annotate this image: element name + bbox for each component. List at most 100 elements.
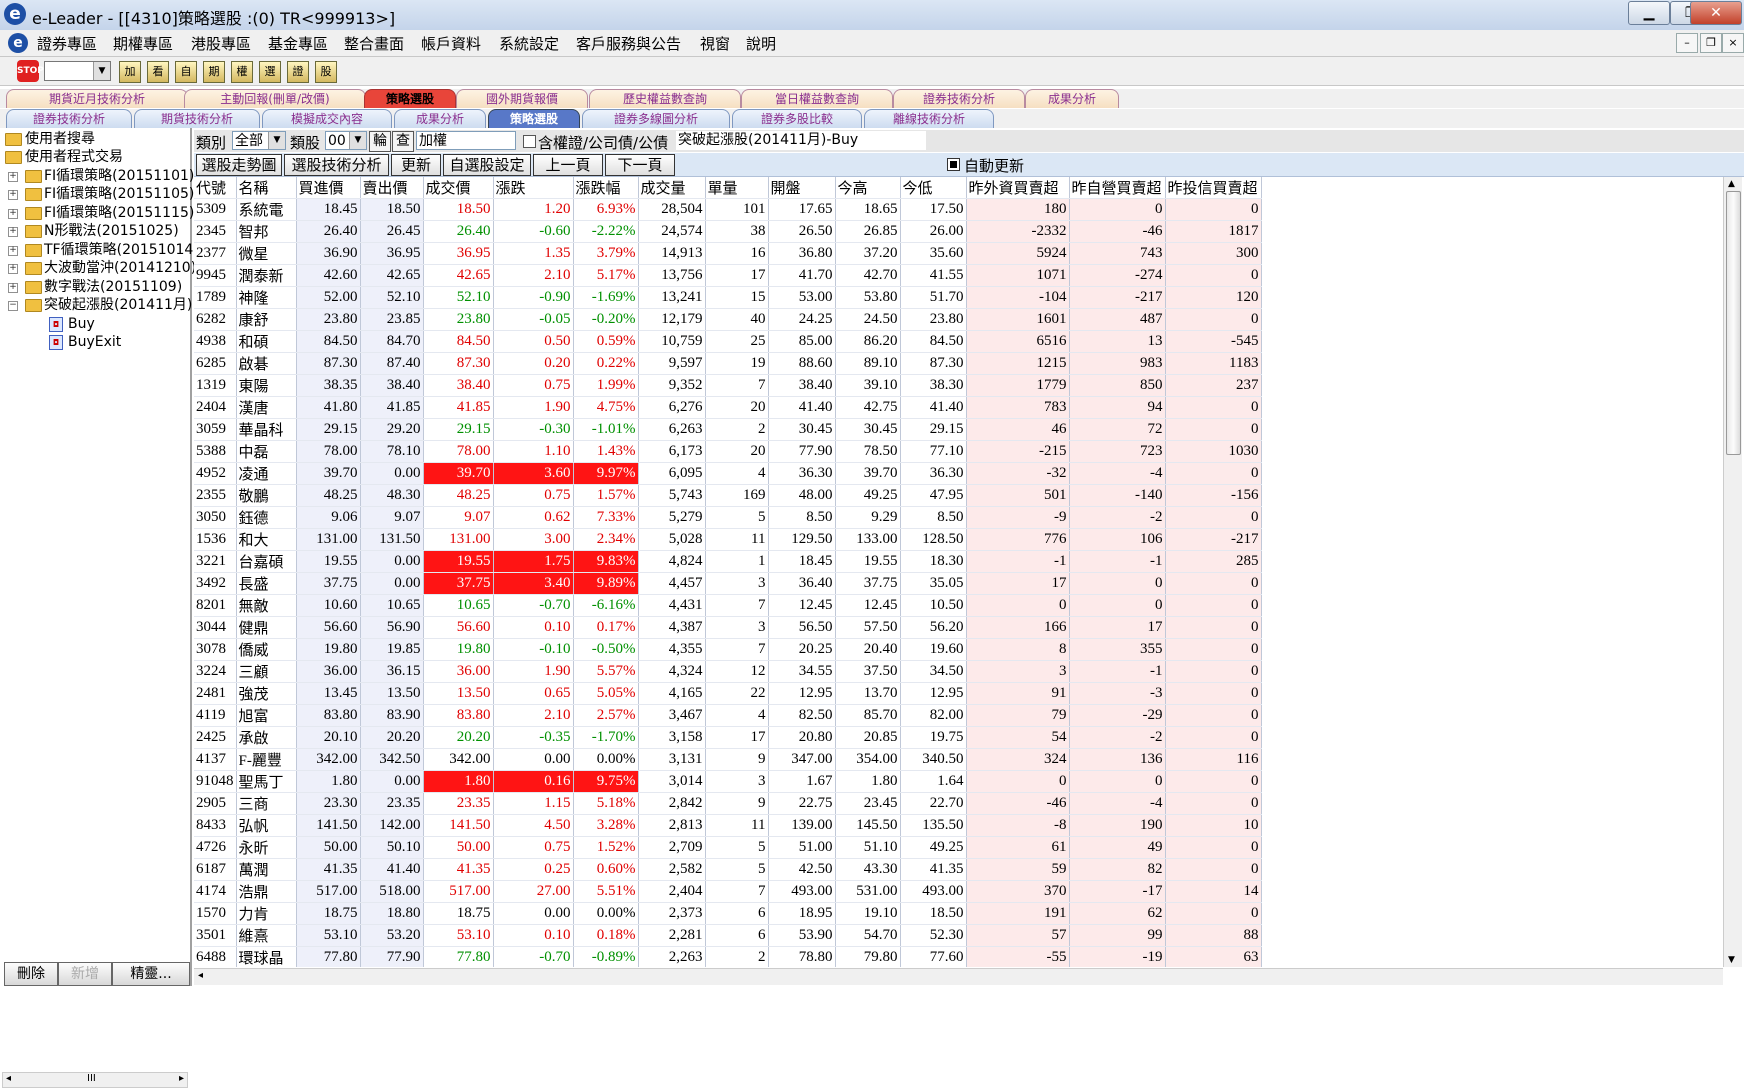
menu-integrated[interactable]: 整合畫面 (344, 33, 404, 54)
tab-active-report[interactable]: 主動回報(刪單/改價) (184, 89, 366, 108)
tab-results-1[interactable]: 成果分析 (1025, 89, 1119, 108)
expand-icon[interactable]: + (8, 190, 18, 200)
table-row[interactable]: 8433 弘帆 141.50 142.00 141.50 4.50 3.28% 2,813 11… (194, 814, 1262, 837)
table-row[interactable]: 6187 萬潤 41.35 41.40 41.35 0.25 0.60% 2,582 5 42.5… (194, 858, 1262, 881)
table-row[interactable]: 6285 啟碁 87.30 87.40 87.30 0.20 0.22% 9,597 19 88.… (194, 352, 1262, 375)
menu-settings[interactable]: 系統設定 (499, 33, 559, 54)
auto-update-checkbox[interactable] (947, 158, 960, 171)
toolbar-add-icon[interactable]: 加 (119, 61, 141, 83)
expand-icon[interactable]: + (8, 227, 18, 237)
table-row[interactable]: 3050 鈺德 9.06 9.07 9.07 0.62 7.33% 5,279 5 8.50 9.2… (194, 506, 1262, 529)
table-row[interactable]: 2404 漢唐 41.80 41.85 41.85 1.90 4.75% 6,276 20 41.… (194, 396, 1262, 419)
table-row[interactable]: 6488 環球晶 77.80 77.90 77.80 -0.70 -0.89% 2,263 2 7… (194, 946, 1262, 967)
update-button[interactable]: 更新 (391, 154, 441, 176)
table-row[interactable]: 2905 三商 23.30 23.35 23.35 1.15 5.18% 2,842 9 22.7… (194, 792, 1262, 815)
chevron-down-icon[interactable]: ▼ (93, 62, 110, 80)
col-header-tick-vol[interactable]: 單量 (705, 177, 769, 199)
col-header-volume[interactable]: 成交量 (638, 177, 706, 199)
menu-account[interactable]: 帳戶資料 (421, 33, 481, 54)
tab-sec-tech-1[interactable]: 證券技術分析 (893, 89, 1025, 108)
toolbar-view-icon[interactable]: 看 (147, 61, 169, 83)
toolbar-rights-icon[interactable]: 權 (231, 61, 253, 83)
col-header-low[interactable]: 今低 (900, 177, 967, 199)
tab-multi-compare[interactable]: 證券多股比較 (732, 109, 862, 128)
tab-results-2[interactable]: 成果分析 (394, 109, 486, 128)
table-row[interactable]: 3044 健鼎 56.60 56.90 56.60 0.10 0.17% 4,387 3 56.5… (194, 616, 1262, 639)
col-header-open[interactable]: 開盤 (768, 177, 836, 199)
tab-multi-chart[interactable]: 證券多線圖分析 (582, 109, 730, 128)
include-warrants-checkbox[interactable] (523, 135, 536, 148)
next-page-button[interactable]: 下一頁 (605, 154, 675, 176)
weighted-field[interactable]: 加權 (416, 131, 516, 150)
table-row[interactable]: 3059 華晶科 29.15 29.20 29.15 -0.30 -1.01% 6,263 2 3… (194, 418, 1262, 441)
wheel-button[interactable]: 輪 (369, 131, 391, 152)
scroll-right-icon[interactable]: ▸ (179, 1073, 184, 1084)
scroll-thumb[interactable] (1726, 191, 1741, 455)
scroll-grip[interactable]: III (87, 1073, 96, 1084)
tab-foreign-futures[interactable]: 國外期貨報價 (456, 89, 588, 108)
tab-futures-tech[interactable]: 期貨近月技術分析 (6, 89, 188, 108)
chevron-down-icon[interactable]: ▼ (349, 132, 366, 149)
table-row[interactable]: 2355 敬鵬 48.25 48.30 48.25 0.75 1.57% 5,743 169 48… (194, 484, 1262, 507)
prev-page-button[interactable]: 上一頁 (533, 154, 603, 176)
table-row[interactable]: 5388 中磊 78.00 78.10 78.00 1.10 1.43% 6,173 20 77.… (194, 440, 1262, 463)
col-header-ask[interactable]: 賣出價 (360, 177, 424, 199)
tab-daily-equity[interactable]: 當日權益數查詢 (741, 89, 893, 108)
expand-icon[interactable]: + (8, 264, 18, 274)
table-row[interactable]: 4938 和碩 84.50 84.70 84.50 0.50 0.59% 10,759 25 85… (194, 330, 1262, 353)
delete-button[interactable]: 刪除 (4, 962, 58, 986)
menu-window[interactable]: 視窗 (700, 33, 730, 54)
tab-sec-tech-2[interactable]: 證券技術分析 (6, 109, 132, 128)
stop-icon[interactable]: STOP (17, 60, 44, 82)
toolbar-combo[interactable]: ▼ (44, 61, 111, 81)
tab-offline-tech[interactable]: 離線技術分析 (864, 109, 994, 128)
scroll-up-icon[interactable]: ▲ (1728, 179, 1735, 189)
mdi-restore-button[interactable]: ❐ (1700, 33, 1722, 53)
tab-sim-trades[interactable]: 模擬成交內容 (262, 109, 392, 128)
wizard-button[interactable]: 精靈... (112, 962, 190, 986)
col-header-bid[interactable]: 買進價 (296, 177, 361, 199)
menu-logo-icon[interactable]: e (8, 33, 28, 53)
grid-vertical-scrollbar[interactable]: ▲ ▼ (1723, 177, 1742, 967)
close-button[interactable]: ✕ (1690, 1, 1742, 25)
chevron-down-icon[interactable]: ▼ (268, 132, 285, 149)
toolbar-securities-icon[interactable]: 證 (287, 61, 309, 83)
table-row[interactable]: 5309 系統電 18.45 18.50 18.50 1.20 6.93% 28,504 101… (194, 198, 1262, 221)
expand-icon[interactable]: + (8, 172, 18, 182)
table-row[interactable]: 4952 凌通 39.70 0.00 39.70 3.60 9.97% 6,095 4 36.30… (194, 462, 1262, 485)
col-header-name[interactable]: 名稱 (236, 177, 297, 199)
menu-funds[interactable]: 基金專區 (268, 33, 328, 54)
table-row[interactable]: 3224 三顧 36.00 36.15 36.00 1.90 5.57% 4,324 12 34.… (194, 660, 1262, 683)
menu-help[interactable]: 說明 (746, 33, 776, 54)
table-row[interactable]: 1789 神隆 52.00 52.10 52.10 -0.90 -1.69% 13,241 15… (194, 286, 1262, 309)
query-button[interactable]: 查 (392, 131, 414, 152)
table-row[interactable]: 91048 聖馬丁 1.80 0.00 1.80 0.16 9.75% 3,014 3 1.67 1… (194, 770, 1262, 793)
menu-hk-stocks[interactable]: 港股專區 (191, 33, 251, 54)
col-header-dealer-net[interactable]: 昨自營買賣超 (1069, 177, 1166, 199)
tree-horizontal-scrollbar[interactable]: ◂ III ▸ (2, 1072, 188, 1088)
tech-analysis-button[interactable]: 選股技術分析 (284, 154, 389, 176)
menu-service[interactable]: 客戶服務與公告 (576, 33, 681, 54)
col-header-trust-net[interactable]: 昨投信買賣超 (1165, 177, 1262, 199)
col-header-last[interactable]: 成交價 (423, 177, 494, 199)
table-row[interactable]: 9945 潤泰新 42.60 42.65 42.65 2.10 5.17% 13,756 17 4… (194, 264, 1262, 287)
table-row[interactable]: 3501 維熹 53.10 53.20 53.10 0.10 0.18% 2,281 6 53.9… (194, 924, 1262, 947)
table-row[interactable]: 2377 微星 36.90 36.95 36.95 1.35 3.79% 14,913 16 36… (194, 242, 1262, 265)
col-header-foreign-net[interactable]: 昨外資買賣超 (966, 177, 1070, 199)
col-header-change[interactable]: 漲跌 (493, 177, 574, 199)
stock-type-select[interactable]: 00 ▼ (325, 131, 367, 150)
toolbar-select-icon[interactable]: 選 (259, 61, 281, 83)
table-row[interactable]: 6282 康舒 23.80 23.85 23.80 -0.05 -0.20% 12,179 40… (194, 308, 1262, 331)
tab-strategy-select-2[interactable]: 策略選股 (488, 109, 580, 128)
col-header-high[interactable]: 今高 (835, 177, 901, 199)
table-row[interactable]: 4726 永昕 50.00 50.10 50.00 0.75 1.52% 2,709 5 51.0… (194, 836, 1262, 859)
toolbar-custom-icon[interactable]: 自 (175, 61, 197, 83)
table-row[interactable]: 4137 F-麗豐 342.00 342.50 342.00 0.00 0.00% 3,131… (194, 748, 1262, 771)
expand-icon[interactable]: + (8, 246, 18, 256)
tab-fut-tech[interactable]: 期貨技術分析 (134, 109, 260, 128)
toolbar-futures-icon[interactable]: 期 (203, 61, 225, 83)
menu-securities[interactable]: 證券專區 (37, 33, 97, 54)
table-row[interactable]: 4119 旭富 83.80 83.90 83.80 2.10 2.57% 3,467 4 82.5… (194, 704, 1262, 727)
table-row[interactable]: 2425 承啟 20.10 20.20 20.20 -0.35 -1.70% 3,158 17 2… (194, 726, 1262, 749)
tab-strategy-select[interactable]: 策略選股 (364, 89, 456, 108)
